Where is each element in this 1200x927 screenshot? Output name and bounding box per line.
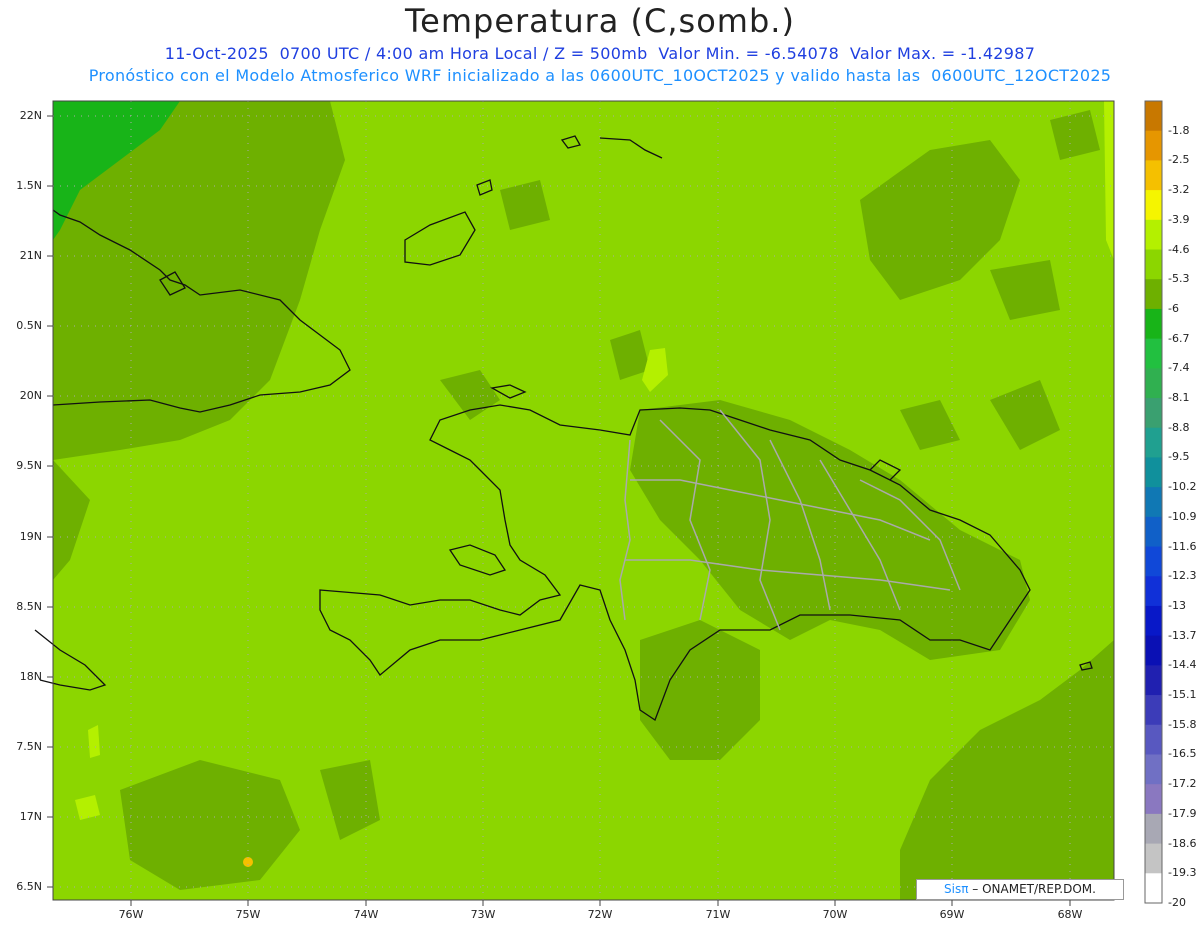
colorbar-label: -17.2 xyxy=(1168,777,1197,791)
colorbar-label: -10.9 xyxy=(1168,509,1197,523)
colorbar-swatch xyxy=(1145,249,1162,280)
colorbar-label: -4.6 xyxy=(1168,242,1190,256)
lat-label: 20N xyxy=(19,389,42,402)
colorbar-swatch xyxy=(1145,546,1162,577)
colorbar-label: -2.5 xyxy=(1168,153,1190,167)
colorbar-swatch xyxy=(1145,427,1162,458)
colorbar-label: -20 xyxy=(1168,896,1186,909)
warm-spot-marker xyxy=(243,857,253,867)
colorbar-swatch xyxy=(1145,398,1162,429)
colorbar-swatch xyxy=(1145,754,1162,785)
colorbar-label: -1.8 xyxy=(1168,123,1190,137)
colorbar-label: -3.2 xyxy=(1168,183,1190,197)
lat-label: 17N xyxy=(19,810,42,823)
lat-label: 8.5N xyxy=(16,600,42,613)
colorbar-label: -3.9 xyxy=(1168,212,1190,226)
lat-label: 19N xyxy=(19,530,42,543)
lat-label: 21N xyxy=(19,249,42,262)
lon-label: 73W xyxy=(470,908,496,921)
colorbar-swatch xyxy=(1145,813,1162,845)
colorbar-swatch xyxy=(1145,457,1162,488)
colorbar-swatch xyxy=(1145,635,1162,666)
credit-text: – ONAMET/REP.DOM. xyxy=(968,882,1096,896)
colorbar-label: -17.9 xyxy=(1168,806,1197,820)
colorbar-label: -9.5 xyxy=(1168,450,1190,464)
colorbar-label: -13.7 xyxy=(1168,628,1197,642)
colorbar-label: -19.3 xyxy=(1168,866,1197,880)
colorbar-swatch xyxy=(1145,101,1162,132)
colorbar-label: -5.3 xyxy=(1168,272,1190,286)
colorbar-swatch xyxy=(1145,190,1162,221)
colorbar-swatch xyxy=(1145,516,1162,548)
colorbar-label: -15.1 xyxy=(1168,688,1197,702)
lon-label: 72W xyxy=(587,908,613,921)
lat-label: 22N xyxy=(19,109,42,122)
colorbar-swatch xyxy=(1145,130,1162,161)
colorbar-label: -11.6 xyxy=(1168,539,1197,553)
lon-label: 71W xyxy=(705,908,731,921)
lon-label: 76W xyxy=(118,908,144,921)
colorbar-swatch xyxy=(1145,843,1162,874)
lat-label: 9.5N xyxy=(16,459,42,472)
lat-label: 18N xyxy=(19,670,42,683)
colorbar-swatch xyxy=(1145,308,1162,340)
colorbar-label: -14.4 xyxy=(1168,658,1197,672)
colorbar-label: -10.2 xyxy=(1168,480,1197,494)
colorbar-label: -6.7 xyxy=(1168,331,1190,345)
colorbar-swatch xyxy=(1145,724,1162,755)
colorbar-swatch xyxy=(1145,695,1162,726)
colorbar-label: -12.3 xyxy=(1168,569,1197,583)
colorbar-swatch xyxy=(1145,160,1162,191)
lon-label: 69W xyxy=(939,908,965,921)
colorbar-label: -15.8 xyxy=(1168,717,1197,731)
colorbar-label: -16.5 xyxy=(1168,747,1197,761)
colorbar-swatch xyxy=(1145,279,1162,310)
colorbar-swatch xyxy=(1145,873,1162,904)
credit-box: Sisπ – ONAMET/REP.DOM. xyxy=(916,879,1124,900)
colorbar xyxy=(1145,101,1162,904)
lat-label: 0.5N xyxy=(16,319,42,332)
colorbar-swatch xyxy=(1145,576,1162,607)
colorbar-swatch xyxy=(1145,338,1162,369)
temperature-map xyxy=(34,100,1163,906)
colorbar-label: -7.4 xyxy=(1168,361,1190,375)
colorbar-swatch xyxy=(1145,368,1162,399)
lon-label: 68W xyxy=(1057,908,1083,921)
credit-sis: Sisπ xyxy=(944,882,969,896)
colorbar-swatch xyxy=(1145,219,1162,251)
colorbar-label: -6 xyxy=(1168,301,1179,315)
colorbar-swatch xyxy=(1145,784,1162,815)
colorbar-label: -13 xyxy=(1168,598,1186,612)
lon-label: 75W xyxy=(235,908,261,921)
lat-label: 7.5N xyxy=(16,740,42,753)
colorbar-swatch xyxy=(1145,605,1162,637)
colorbar-label: -8.8 xyxy=(1168,420,1190,434)
colorbar-swatch xyxy=(1145,487,1162,518)
colorbar-swatch xyxy=(1145,665,1162,696)
colorbar-label: -18.6 xyxy=(1168,836,1197,850)
lon-label: 70W xyxy=(822,908,848,921)
lat-label: 6.5N xyxy=(16,880,42,893)
lat-label: 1.5N xyxy=(16,179,42,192)
lon-label: 74W xyxy=(353,908,379,921)
colorbar-label: -8.1 xyxy=(1168,391,1190,405)
